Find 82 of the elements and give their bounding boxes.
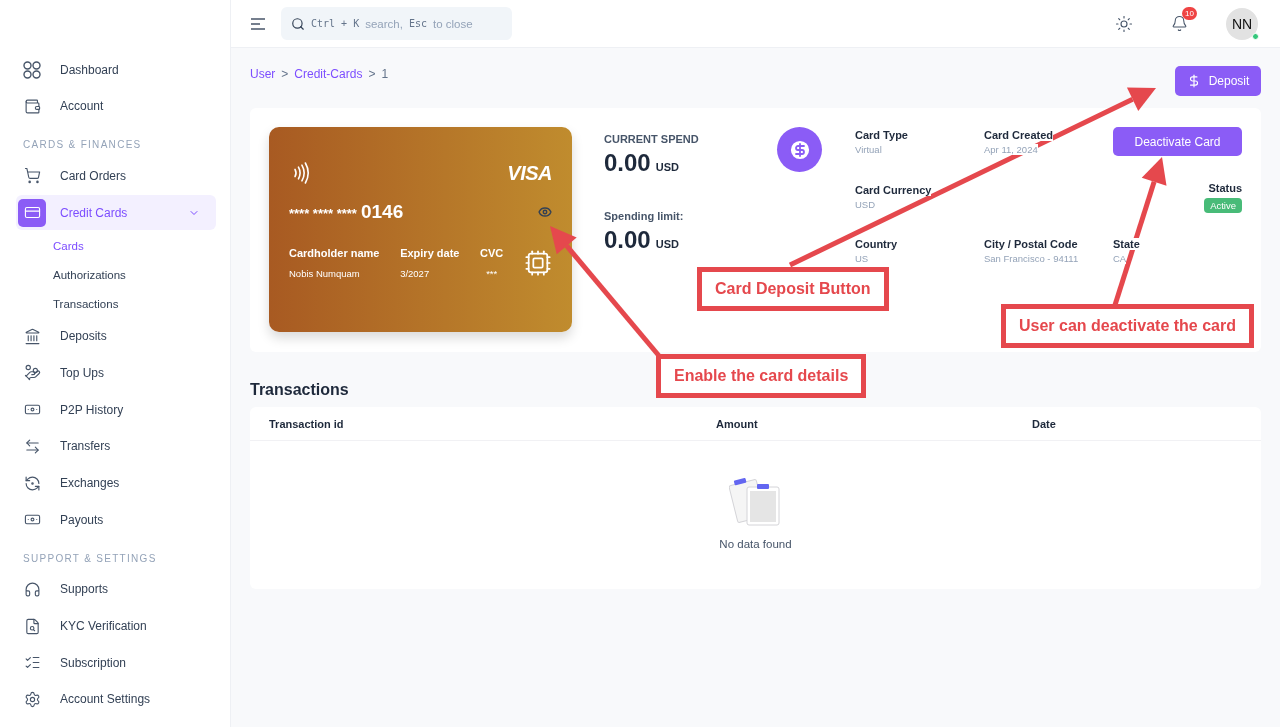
field-value: US bbox=[855, 253, 869, 264]
status-pill: Active bbox=[1204, 198, 1242, 213]
eye-icon[interactable] bbox=[538, 205, 552, 219]
spend-label: CURRENT SPEND bbox=[604, 133, 699, 145]
card-brand: VISA bbox=[507, 161, 552, 185]
settings-icon bbox=[23, 690, 41, 708]
field-value: CA bbox=[1113, 253, 1127, 264]
deactivate-button[interactable]: Deactivate Card bbox=[1113, 127, 1242, 156]
search-icon bbox=[291, 16, 305, 31]
breadcrumb-text: 1 bbox=[381, 67, 389, 81]
breadcrumb-link[interactable]: Credit-Cards bbox=[294, 67, 363, 81]
breadcrumb-text: > bbox=[281, 67, 289, 81]
cardholder-name: Nobis Numquam bbox=[289, 268, 361, 279]
sidebar-item[interactable]: Subscription bbox=[16, 645, 216, 681]
sidebar-item[interactable]: Exchanges bbox=[16, 465, 216, 501]
dollar-circle-icon bbox=[777, 127, 822, 172]
hand-coins-icon bbox=[23, 364, 41, 382]
wallet-icon bbox=[23, 97, 41, 115]
avatar[interactable]: NN bbox=[1226, 7, 1258, 40]
exchange-icon bbox=[23, 474, 41, 492]
annotation-callout: User can deactivate the card bbox=[1002, 305, 1253, 347]
annotation-callout: Enable the card details bbox=[657, 355, 866, 397]
empty-message: No data found bbox=[719, 538, 792, 550]
menu-icon[interactable] bbox=[251, 17, 265, 30]
column-header: Amount bbox=[716, 417, 759, 430]
sidebar-subitem[interactable]: Cards bbox=[16, 231, 216, 261]
headset-icon bbox=[23, 580, 41, 598]
card-label: Expiry date bbox=[400, 247, 460, 259]
sidebar-item[interactable]: Card Orders bbox=[16, 158, 216, 194]
field-label: Card Currency bbox=[855, 184, 932, 196]
field-value: San Francisco - 94111 bbox=[984, 253, 1079, 264]
notification-badge: 10 bbox=[1182, 7, 1197, 20]
cvc-value: *** bbox=[486, 268, 498, 279]
field-label: State bbox=[1113, 238, 1140, 250]
sidebar-item[interactable]: Transfers bbox=[16, 428, 216, 464]
field-value: Apr 11, 2024 bbox=[984, 144, 1038, 155]
field-label: Card Created bbox=[984, 129, 1054, 141]
sidebar-item[interactable]: Top Ups bbox=[16, 355, 216, 391]
currency: USD bbox=[655, 161, 679, 173]
sidebar-item[interactable]: Account Settings bbox=[16, 681, 216, 717]
arrows-icon bbox=[23, 437, 41, 455]
card-label: CVC bbox=[480, 247, 504, 259]
breadcrumb-text: > bbox=[368, 67, 376, 81]
grid-icon bbox=[23, 60, 41, 79]
cart-icon bbox=[23, 167, 41, 185]
sidebar-item[interactable]: Credit Cards bbox=[16, 195, 216, 231]
field-label: City / Postal Code bbox=[984, 238, 1078, 250]
spend-label: Spending limit: bbox=[604, 210, 684, 222]
bell-icon[interactable] bbox=[1171, 15, 1188, 32]
sidebar-item[interactable]: Supports bbox=[16, 571, 216, 607]
sidebar-item[interactable]: Dashboard bbox=[16, 52, 216, 87]
sidebar-item[interactable]: Account bbox=[16, 88, 216, 124]
chip-icon bbox=[524, 249, 552, 277]
section-title: Transactions bbox=[250, 381, 350, 399]
field-value: USD bbox=[855, 199, 876, 210]
expiry-date: 3/2027 bbox=[400, 268, 431, 279]
spend-amount: 0.00 bbox=[604, 226, 651, 254]
spend-amount: 0.00 bbox=[604, 149, 651, 177]
sun-icon[interactable] bbox=[1115, 14, 1133, 33]
sidebar-item[interactable]: P2P History bbox=[16, 392, 216, 428]
sidebar-subitem[interactable]: Transactions bbox=[16, 289, 216, 319]
card-number: **** **** **** 0146 bbox=[289, 201, 404, 223]
search-field[interactable]: Ctrl + K search, Esc to close bbox=[281, 7, 512, 40]
sidebar-item[interactable]: KYC Verification bbox=[16, 608, 216, 644]
sidebar-item[interactable]: Payouts bbox=[16, 502, 216, 538]
section-heading: SUPPORT & SETTINGS bbox=[22, 551, 158, 566]
field-value: Virtual bbox=[855, 144, 882, 155]
bank-icon bbox=[23, 327, 41, 345]
sidebar-subitem[interactable]: Authorizations bbox=[16, 260, 216, 290]
card-label: Cardholder name bbox=[289, 247, 380, 259]
field-label: Card Type bbox=[855, 129, 908, 141]
document-search-icon bbox=[23, 617, 41, 635]
deposit-button[interactable]: Deposit bbox=[1175, 66, 1261, 96]
section-heading: CARDS & FINANCES bbox=[22, 138, 143, 153]
status-label: Status bbox=[1208, 182, 1242, 194]
field-label: Country bbox=[855, 238, 898, 250]
annotation-callout: Card Deposit Button bbox=[698, 268, 888, 310]
sidebar-item[interactable]: Deposits bbox=[16, 318, 216, 354]
column-header: Transaction id bbox=[269, 417, 345, 430]
breadcrumb-link[interactable]: User bbox=[250, 67, 276, 81]
currency: USD bbox=[655, 238, 679, 250]
column-header: Date bbox=[1032, 417, 1057, 430]
